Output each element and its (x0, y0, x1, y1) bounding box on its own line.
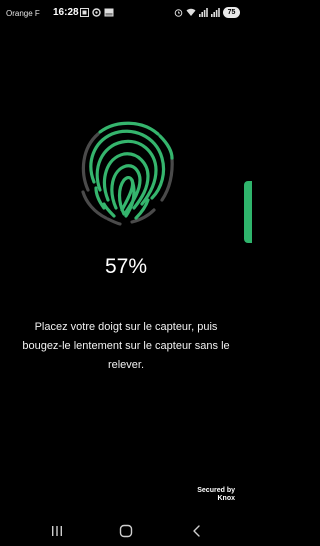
status-time: 16:28 (53, 7, 79, 18)
gallery-icon (104, 8, 114, 17)
system-status-icons: 75 (174, 7, 240, 18)
back-icon (193, 525, 200, 537)
alarm-icon (174, 8, 183, 17)
recents-icon (52, 526, 62, 536)
screenshot-icon (80, 8, 89, 17)
signal-icon (199, 8, 208, 17)
edge-panel-handle[interactable] (244, 181, 252, 243)
battery-indicator: 75 (223, 7, 240, 18)
status-bar: Orange F 16:28 75 (0, 0, 252, 30)
recents-button[interactable] (45, 522, 69, 540)
signal-icon (211, 8, 220, 17)
carrier-label: Orange F (6, 9, 40, 18)
notification-icons (80, 8, 114, 17)
home-icon (119, 524, 133, 538)
secured-by-knox-label: Secured by Knox (197, 487, 235, 503)
secured-label-line2: Knox (217, 495, 236, 502)
fingerprint-icon (76, 118, 176, 226)
navigation-bar (0, 514, 252, 546)
wifi-icon (186, 8, 196, 17)
secured-label-line1: Secured by (197, 487, 235, 494)
progress-percentage: 57% (104, 255, 148, 278)
settings-status-icon (92, 8, 101, 17)
home-button[interactable] (114, 522, 138, 540)
instruction-text: Placez votre doigt sur le capteur, puis … (22, 321, 230, 371)
back-button[interactable] (185, 522, 209, 540)
